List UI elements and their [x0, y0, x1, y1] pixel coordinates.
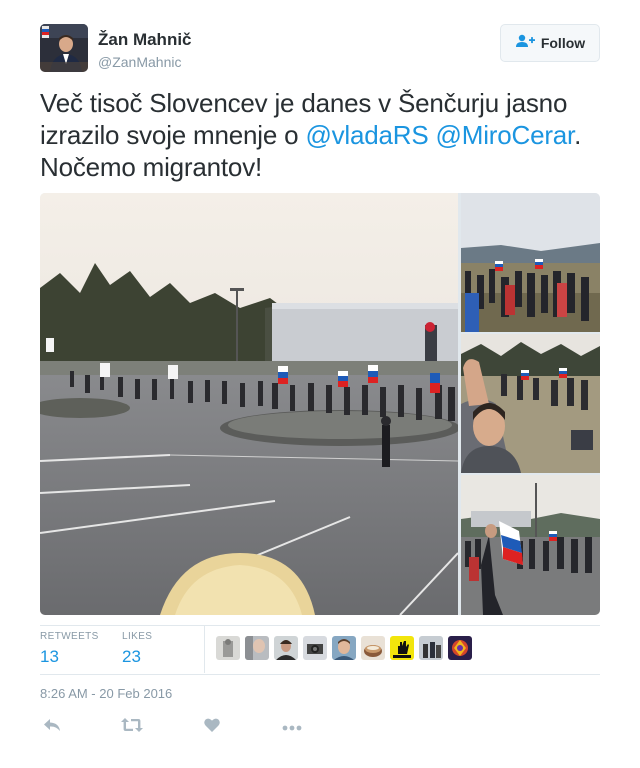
main-photo[interactable] [40, 193, 458, 615]
more-button[interactable] [280, 716, 304, 738]
follow-button-label: Follow [540, 35, 586, 51]
like-button[interactable] [200, 716, 224, 738]
photo-crowd-field[interactable] [461, 193, 600, 332]
tweet-actions [40, 716, 600, 738]
tweet-header: Žan Mahnič @ZanMahnic Follow [40, 24, 600, 76]
photo-man-with-flag[interactable] [461, 475, 600, 615]
more-icon [282, 718, 302, 736]
tweet-timestamp[interactable]: 8:26 AM - 20 Feb 2016 [40, 686, 172, 701]
retweets-label: RETWEETS [40, 631, 99, 642]
photo-selfie-crowd[interactable] [461, 334, 600, 473]
retweets-stat[interactable]: RETWEETS 13 [40, 631, 99, 667]
add-user-icon [515, 34, 535, 53]
user-display-name[interactable]: Žan Mahnič [98, 30, 192, 50]
liker-avatar[interactable] [390, 636, 414, 660]
liker-avatar[interactable] [448, 636, 472, 660]
likes-stat[interactable]: LIKES 23 [122, 631, 152, 667]
reply-icon [43, 718, 61, 737]
liker-avatar[interactable] [245, 636, 269, 660]
retweet-icon [121, 717, 143, 737]
tweet-text: Več tisoč Slovencev je danes v Šenčurju … [40, 87, 600, 183]
likes-label: LIKES [122, 631, 153, 642]
user-handle[interactable]: @ZanMahnic [98, 54, 181, 70]
tweet-stats: RETWEETS 13 LIKES 23 [40, 625, 600, 681]
stats-separator [204, 625, 205, 673]
user-avatar[interactable] [40, 24, 88, 72]
liker-avatar[interactable] [332, 636, 356, 660]
liker-avatar[interactable] [361, 636, 385, 660]
liker-avatar[interactable] [419, 636, 443, 660]
liker-avatar[interactable] [303, 636, 327, 660]
mention-link-vladars[interactable]: @vladaRS [305, 120, 428, 150]
mention-link-mirocerar[interactable]: @MiroCerar [436, 120, 575, 150]
heart-icon [204, 718, 220, 737]
retweets-count: 13 [40, 647, 59, 666]
reply-button[interactable] [40, 716, 64, 738]
liker-avatar[interactable] [216, 636, 240, 660]
likes-count: 23 [122, 647, 141, 666]
follow-button[interactable]: Follow [500, 24, 600, 62]
media-grid [40, 193, 600, 615]
retweet-button[interactable] [120, 716, 144, 738]
tweet-text-part2 [429, 120, 436, 150]
liker-avatar[interactable] [274, 636, 298, 660]
stats-bottom-divider [40, 674, 600, 675]
liker-avatars [216, 636, 472, 660]
